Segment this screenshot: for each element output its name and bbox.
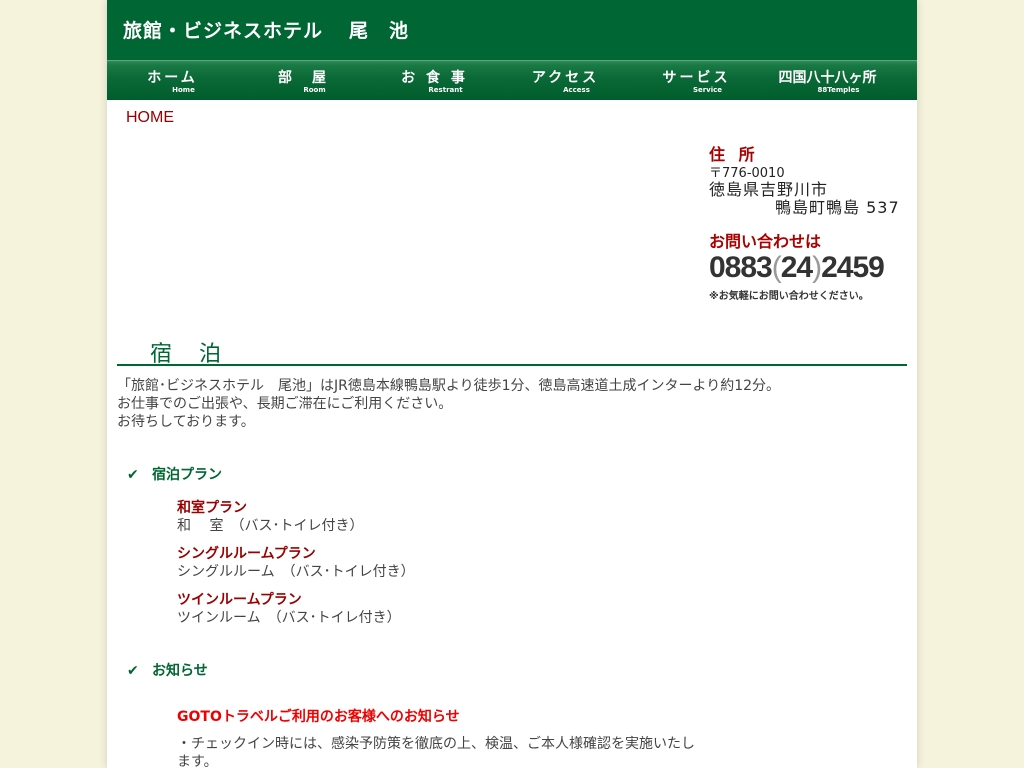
nav-access[interactable]: アクセス Access — [500, 61, 631, 100]
address-line-1: 徳島県吉野川市 — [709, 180, 829, 199]
contact-note: ※お気軽にお問い合わせください。 — [709, 291, 869, 302]
nav-service-label: サービス — [662, 70, 731, 86]
plan-title-twin[interactable]: ツインルームプラン — [177, 591, 401, 609]
news-heading: ✔ お知らせ — [127, 660, 208, 680]
plan-desc: ツインルーム （バス･トイレ付き） — [177, 610, 401, 626]
address-block: 住 所 〒776-0010 徳島県吉野川市 鴨島町鴨島 537 お問い合わせは … — [709, 145, 914, 303]
plans-heading: ✔ 宿泊プラン — [127, 464, 222, 484]
nav-restaurant-sublabel: Restrant — [428, 86, 463, 94]
plan-desc: シングルルーム （バス･トイレ付き） — [177, 564, 415, 580]
address-heading: 住 所 — [709, 145, 759, 164]
address-line-2: 鴨島町鴨島 537 — [775, 198, 900, 217]
main-nav: ホーム Home 部 屋 Room お 食 事 Restrant アクセス Ac… — [107, 60, 917, 100]
phone-number[interactable]: 0883(24)2459 — [709, 251, 914, 285]
check-icon: ✔ — [127, 467, 139, 483]
section-title-text: 宿 泊 — [150, 342, 231, 367]
intro-line: お待ちしております。 — [117, 414, 255, 430]
site-title-name: 尾 池 — [349, 20, 410, 42]
contact-heading: お問い合わせは — [709, 232, 822, 251]
phone-exchange: 24 — [780, 251, 813, 284]
news-body: ・チェックイン時には、感染予防策を徹底の上、検温、ご本人様確認を実施いたします。 — [177, 736, 695, 768]
nav-temples-sublabel: 88Temples — [817, 86, 860, 94]
intro-line: 「旅館･ビジネスホテル 尾池」はJR徳島本線鴨島駅より徒歩1分、徳島高速道土成イ… — [117, 378, 781, 394]
nav-room-label: 部 屋 — [278, 70, 329, 86]
site-title-main: 旅館・ビジネスホテル — [123, 20, 324, 42]
nav-temples-label: 四国八十八ヶ所 — [778, 70, 877, 86]
phone-paren-close: ) — [812, 251, 822, 284]
nav-restaurant[interactable]: お 食 事 Restrant — [369, 61, 500, 100]
plan-title-single[interactable]: シングルルームプラン — [177, 545, 415, 563]
page: 旅館・ビジネスホテル 尾 池 ホーム Home 部 屋 Room お 食 事 Re… — [107, 0, 917, 768]
plan-item: ツインルームプラン ツインルーム （バス･トイレ付き） — [177, 591, 401, 627]
nav-access-label: アクセス — [531, 70, 600, 86]
nav-service-sublabel: Service — [692, 86, 723, 94]
nav-home-sublabel: Home — [172, 86, 195, 94]
nav-room[interactable]: 部 屋 Room — [238, 61, 369, 100]
nav-room-sublabel: Room — [303, 86, 326, 94]
nav-home[interactable]: ホーム Home — [107, 61, 238, 100]
news-title: GOTOトラベルご利用のお客様へのお知らせ — [177, 709, 460, 725]
phone-paren-open: ( — [771, 251, 782, 284]
news-heading-text: お知らせ — [152, 663, 208, 679]
plan-item: シングルルームプラン シングルルーム （バス･トイレ付き） — [177, 545, 415, 581]
site-title[interactable]: 旅館・ビジネスホテル 尾 池 — [123, 16, 409, 43]
site-header: 旅館・ビジネスホテル 尾 池 — [107, 0, 917, 60]
nav-access-sublabel: Access — [563, 86, 590, 94]
plan-desc: 和 室 （バス･トイレ付き） — [177, 518, 364, 534]
nav-home-label: ホーム — [147, 70, 198, 86]
intro-text: 「旅館･ビジネスホテル 尾池」はJR徳島本線鴨島駅より徒歩1分、徳島高速道土成イ… — [117, 377, 907, 431]
plan-title-washitsu[interactable]: 和室プラン — [177, 499, 363, 517]
plan-item: 和室プラン 和 室 （バス･トイレ付き） — [177, 499, 363, 535]
intro-line: お仕事でのご出張や、長期ご滞在にご利用ください。 — [117, 396, 453, 412]
nav-service[interactable]: サービス Service — [631, 61, 762, 100]
phone-line: 2459 — [821, 251, 885, 284]
section-title: 宿 泊 — [117, 334, 907, 367]
phone-area: 0883 — [709, 251, 773, 284]
plans-heading-text: 宿泊プラン — [152, 467, 222, 483]
nav-restaurant-label: お 食 事 — [401, 70, 468, 86]
nav-temples[interactable]: 四国八十八ヶ所 88Temples — [762, 61, 893, 100]
breadcrumb-home[interactable]: HOME — [126, 109, 174, 127]
postal-code: 〒776-0010 — [709, 166, 785, 181]
check-icon: ✔ — [127, 663, 139, 679]
